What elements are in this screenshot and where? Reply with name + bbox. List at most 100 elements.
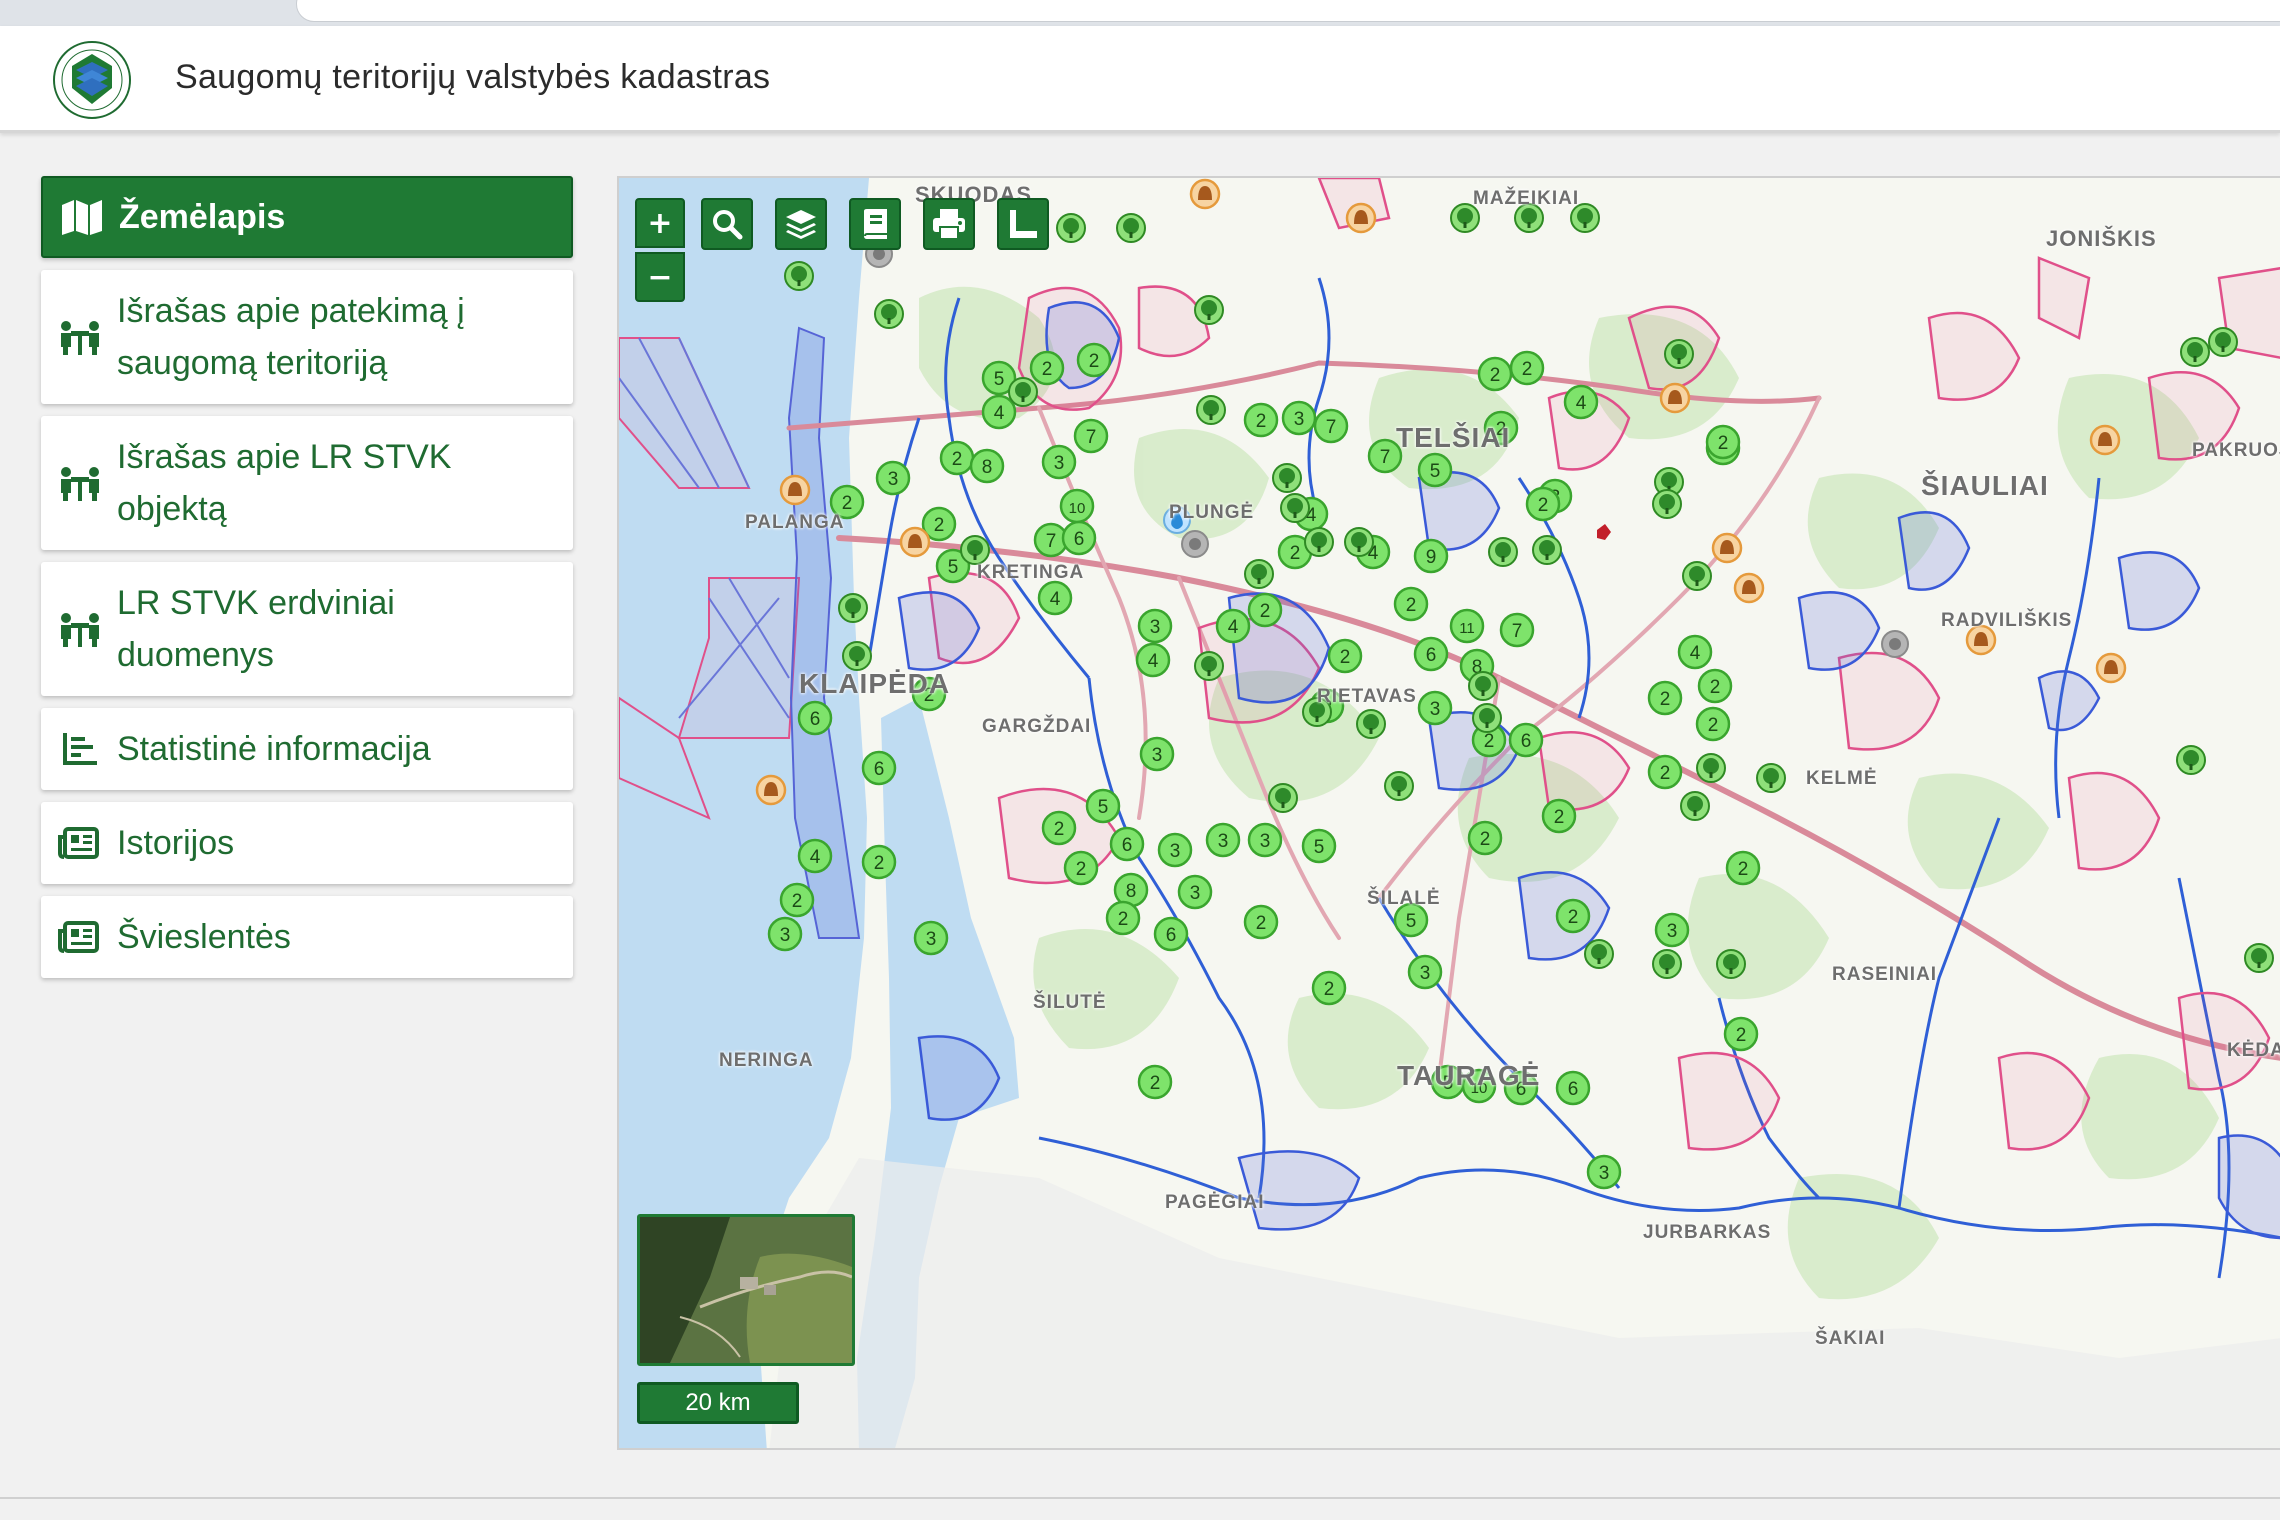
cluster-marker[interactable]: 3 xyxy=(767,916,803,952)
cluster-marker[interactable]: 3 xyxy=(1139,736,1175,772)
tree-marker[interactable] xyxy=(1584,939,1614,969)
cluster-marker[interactable]: 2 xyxy=(1247,592,1283,628)
cluster-marker[interactable]: 4 xyxy=(981,394,1017,430)
cluster-marker[interactable]: 2 xyxy=(1243,904,1279,940)
cluster-marker[interactable]: 3 xyxy=(1157,832,1193,868)
sidebar-item-stories[interactable]: Istorijos xyxy=(41,802,573,884)
cluster-marker[interactable]: 2 xyxy=(1137,1064,1173,1100)
cluster-marker[interactable]: 3 xyxy=(1407,954,1443,990)
heritage-marker[interactable] xyxy=(2089,424,2121,456)
sidebar-item-map[interactable]: Žemėlapis xyxy=(41,176,573,258)
sidebar-item-object-extract[interactable]: Išrašas apie LR STVK objektą xyxy=(41,416,573,550)
sidebar-item-entry-extract[interactable]: Išrašas apie patekimą į saugomą teritori… xyxy=(41,270,573,404)
map-viewport[interactable]: 5224732832210765423775424922243223424226… xyxy=(617,176,2280,1450)
cluster-marker[interactable]: 4 xyxy=(1677,634,1713,670)
sidebar-item-dashboards[interactable]: Švieslentės xyxy=(41,896,573,978)
cluster-marker[interactable]: 7 xyxy=(1073,418,1109,454)
cluster-marker[interactable]: 2 xyxy=(861,844,897,880)
cluster-marker[interactable]: 5 xyxy=(1301,828,1337,864)
sidebar-item-statistics[interactable]: Statistinė informacija xyxy=(41,708,573,790)
cluster-marker[interactable]: 4 xyxy=(1563,384,1599,420)
tree-marker[interactable] xyxy=(960,535,990,565)
basemap-switcher[interactable] xyxy=(637,1214,855,1366)
monument-marker[interactable] xyxy=(1181,530,1209,558)
sidebar-item-spatial-data[interactable]: LR STVK erdviniai duomenys xyxy=(41,562,573,696)
heritage-marker[interactable] xyxy=(1345,202,1377,234)
tree-marker[interactable] xyxy=(1680,791,1710,821)
tree-marker[interactable] xyxy=(1304,527,1334,557)
cluster-marker[interactable]: 4 xyxy=(797,838,833,874)
cluster-marker[interactable]: 6 xyxy=(1413,636,1449,672)
cluster-marker[interactable]: 6 xyxy=(861,750,897,786)
cluster-marker[interactable]: 2 xyxy=(1029,350,1065,386)
tree-marker[interactable] xyxy=(1756,763,1786,793)
tree-marker[interactable] xyxy=(1696,753,1726,783)
tree-marker[interactable] xyxy=(1344,527,1374,557)
cluster-marker[interactable]: 2 xyxy=(1705,424,1741,460)
cluster-marker[interactable]: 3 xyxy=(1205,822,1241,858)
cluster-marker[interactable]: 2 xyxy=(1076,342,1112,378)
tree-marker[interactable] xyxy=(2244,943,2274,973)
cluster-marker[interactable]: 2 xyxy=(1063,850,1099,886)
heritage-marker[interactable] xyxy=(779,474,811,506)
zoom-out-button[interactable]: − xyxy=(635,252,685,302)
tree-marker[interactable] xyxy=(842,641,872,671)
tree-marker[interactable] xyxy=(838,593,868,623)
cluster-marker[interactable]: 2 xyxy=(779,882,815,918)
cluster-marker[interactable]: 3 xyxy=(875,460,911,496)
cluster-marker[interactable]: 5 xyxy=(1417,452,1453,488)
cluster-marker[interactable]: 3 xyxy=(1137,608,1173,644)
cluster-marker[interactable]: 4 xyxy=(1037,580,1073,616)
tree-marker[interactable] xyxy=(1652,949,1682,979)
tree-marker[interactable] xyxy=(2176,745,2206,775)
heritage-marker[interactable] xyxy=(1659,382,1691,414)
tree-marker[interactable] xyxy=(1196,395,1226,425)
cluster-marker[interactable]: 6 xyxy=(1555,1070,1591,1106)
cluster-marker[interactable]: 2 xyxy=(1555,898,1591,934)
cluster-marker[interactable]: 2 xyxy=(1311,970,1347,1006)
cluster-marker[interactable]: 6 xyxy=(1061,520,1097,556)
cluster-marker[interactable]: 4 xyxy=(1215,608,1251,644)
cluster-marker[interactable]: 7 xyxy=(1499,612,1535,648)
cluster-marker[interactable]: 2 xyxy=(1647,680,1683,716)
cluster-marker[interactable]: 2 xyxy=(1243,402,1279,438)
cluster-marker[interactable]: 3 xyxy=(1654,912,1690,948)
cluster-marker[interactable]: 3 xyxy=(1586,1154,1622,1190)
heritage-marker[interactable] xyxy=(755,774,787,806)
tree-marker[interactable] xyxy=(1194,651,1224,681)
cluster-marker[interactable]: 2 xyxy=(1467,820,1503,856)
cluster-marker[interactable]: 2 xyxy=(1697,668,1733,704)
tree-marker[interactable] xyxy=(1194,295,1224,325)
cluster-marker[interactable]: 3 xyxy=(1417,690,1453,726)
agency-logo[interactable] xyxy=(52,40,132,120)
cluster-marker[interactable]: 6 xyxy=(1508,722,1544,758)
layers-button[interactable] xyxy=(775,198,827,250)
cluster-marker[interactable]: 6 xyxy=(797,700,833,736)
map-canvas[interactable]: 5224732832210765423775424922243223424226… xyxy=(619,178,2280,1450)
search-button[interactable] xyxy=(701,198,753,250)
tree-marker[interactable] xyxy=(1468,671,1498,701)
tree-marker[interactable] xyxy=(1488,537,1518,567)
cluster-marker[interactable]: 3 xyxy=(913,920,949,956)
cluster-marker[interactable]: 2 xyxy=(1723,1016,1759,1052)
cluster-marker[interactable]: 3 xyxy=(1281,400,1317,436)
tree-marker[interactable] xyxy=(1682,561,1712,591)
cluster-marker[interactable]: 5 xyxy=(1085,788,1121,824)
print-button[interactable] xyxy=(923,198,975,250)
cluster-marker[interactable]: 4 xyxy=(1135,642,1171,678)
tree-marker[interactable] xyxy=(1280,493,1310,523)
address-bar[interactable] xyxy=(296,0,2280,22)
measure-button[interactable] xyxy=(997,198,1049,250)
tree-marker[interactable] xyxy=(1472,703,1502,733)
cluster-marker[interactable]: 2 xyxy=(1647,754,1683,790)
tree-marker[interactable] xyxy=(1664,339,1694,369)
cluster-marker[interactable]: 2 xyxy=(1525,486,1561,522)
tree-marker[interactable] xyxy=(2208,327,2238,357)
tree-marker[interactable] xyxy=(1272,463,1302,493)
tree-marker[interactable] xyxy=(1244,559,1274,589)
heritage-marker[interactable] xyxy=(2095,652,2127,684)
tree-marker[interactable] xyxy=(1652,489,1682,519)
tree-marker[interactable] xyxy=(784,261,814,291)
tree-marker[interactable] xyxy=(1532,535,1562,565)
cluster-marker[interactable]: 9 xyxy=(1413,538,1449,574)
